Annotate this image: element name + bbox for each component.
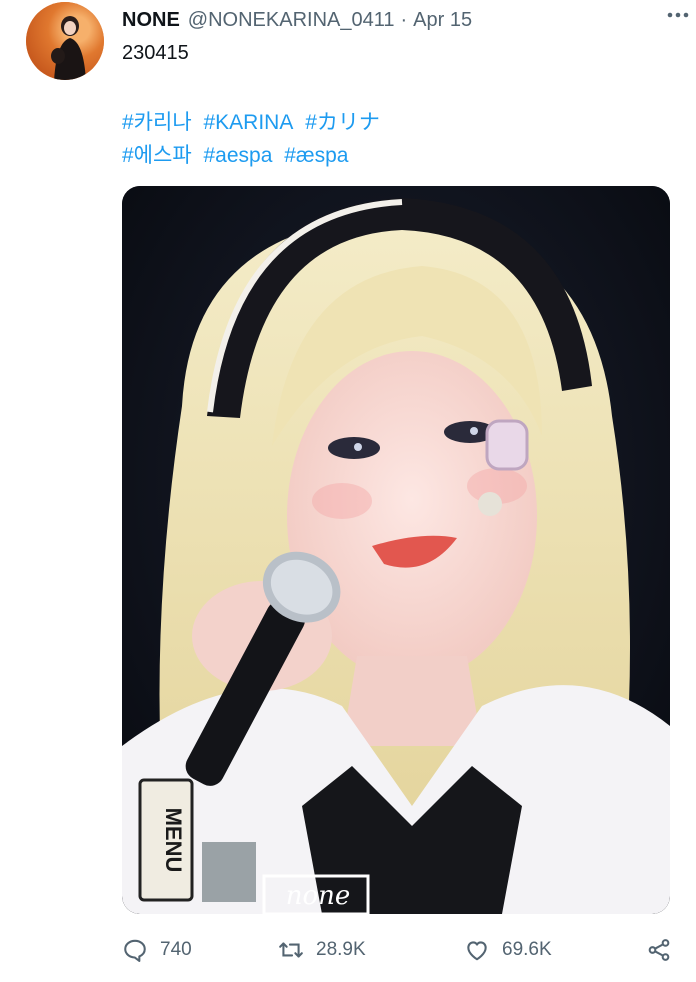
share-icon [648, 939, 670, 961]
more-dots-icon[interactable] [664, 6, 692, 24]
watermark-text: none [286, 881, 351, 911]
avatar-figure [51, 16, 86, 80]
hashtag-row-2: #에스파 #aespa #æspa [122, 139, 386, 172]
retweet-icon [279, 942, 303, 958]
tweet-header: NONE @NONEKARINA_0411 · Apr 15 [122, 6, 672, 34]
action-bar: 740 28.9K 69.6K [122, 930, 672, 970]
hashtag-row-1: #카리나 #KARINA #カリナ [122, 106, 386, 139]
hashtag-link[interactable]: #カリナ [305, 111, 380, 134]
like-count: 69.6K [502, 939, 552, 960]
retweet-button[interactable]: 28.9K [278, 937, 366, 963]
reply-icon [124, 939, 146, 962]
reply-count: 740 [160, 939, 192, 960]
separator-dot: · [400, 8, 408, 31]
share-button[interactable] [646, 937, 672, 963]
heart-icon [467, 941, 487, 961]
author-handle[interactable]: @NONEKARINA_0411 [188, 9, 395, 32]
reply-button[interactable]: 740 [122, 937, 192, 963]
tweet-photo[interactable]: MENU none [122, 186, 670, 914]
author-name[interactable]: NONE [122, 9, 180, 32]
hashtag-link[interactable]: #에스파 [122, 144, 192, 167]
hashtag-link[interactable]: #æspa [284, 144, 348, 167]
tweet-text: 230415 [122, 42, 189, 64]
hashtag-link[interactable]: #aespa [203, 144, 272, 167]
hashtag-link[interactable]: #카리나 [122, 111, 192, 134]
menu-sign-text: MENU [161, 808, 186, 873]
photo-illustration: MENU none [122, 186, 670, 914]
tweet-date[interactable]: Apr 15 [413, 9, 472, 32]
hashtags: #카리나 #KARINA #カリナ #에스파 #aespa #æspa [122, 106, 386, 172]
hashtag-link[interactable]: #KARINA [203, 111, 293, 134]
like-button[interactable]: 69.6K [464, 937, 552, 963]
avatar[interactable] [26, 2, 104, 80]
retweet-count: 28.9K [316, 939, 366, 960]
